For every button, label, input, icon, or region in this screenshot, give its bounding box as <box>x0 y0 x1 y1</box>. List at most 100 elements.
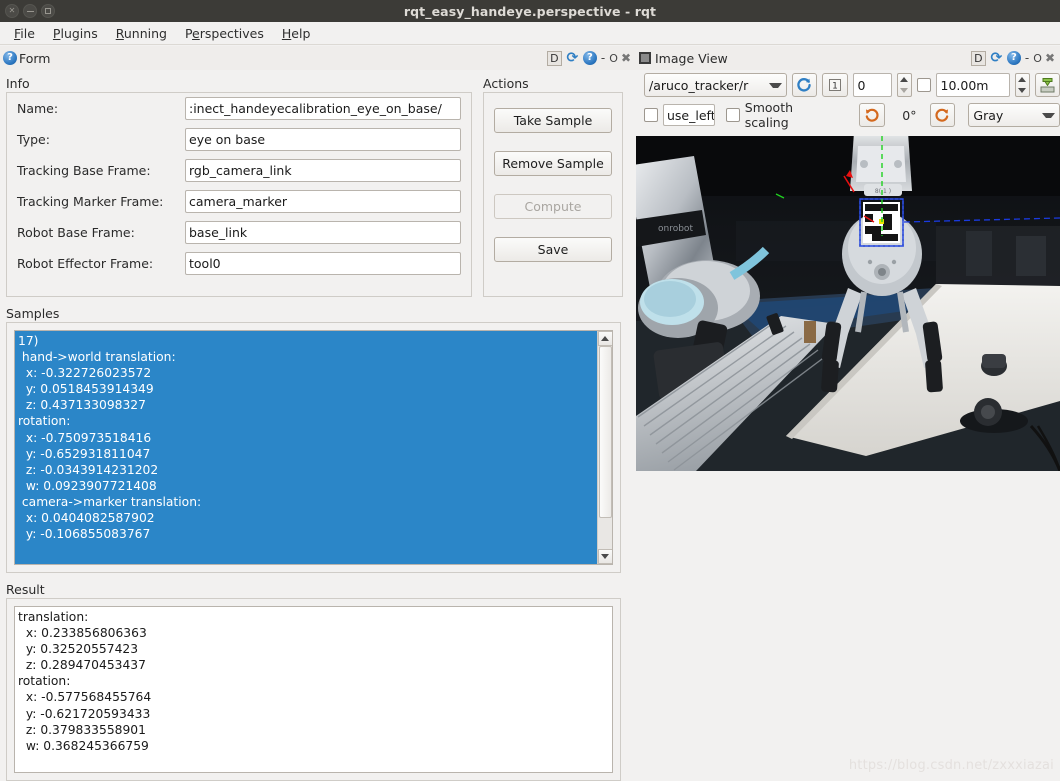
smooth-scaling-checkbox[interactable] <box>725 108 740 122</box>
label-name: Name: <box>17 101 59 116</box>
samples-scrollbar[interactable] <box>597 331 612 564</box>
imageview-dock-title: Image View <box>636 51 728 66</box>
result-textview[interactable]: translation: x: 0.233856806363 y: 0.3252… <box>14 606 613 773</box>
input-robot-effector-frame[interactable]: tool0 <box>185 252 461 275</box>
index-spinbox[interactable]: 0 <box>852 73 892 97</box>
image-view-canvas[interactable]: onrobot 8(1) <box>636 136 1060 471</box>
svg-text:8( 1 ): 8( 1 ) <box>875 188 891 195</box>
form-dock-help-icon[interactable]: ? <box>582 51 597 65</box>
one-icon: 1 <box>828 79 841 92</box>
samples-scroll-down-button[interactable] <box>597 549 612 564</box>
topic-combo[interactable]: /aruco_tracker/r <box>644 73 787 97</box>
mouse-publish-checkbox[interactable] <box>644 108 658 122</box>
refresh-topics-button[interactable] <box>791 73 818 97</box>
max-range-spinbox-buttons[interactable] <box>1014 73 1030 97</box>
samples-scroll-track[interactable] <box>597 346 612 549</box>
watermark: https://blog.csdn.net/zxxxiazai <box>848 758 1054 773</box>
samples-textview[interactable]: 17) hand->world translation: x: -0.32272… <box>14 330 613 565</box>
take-sample-button[interactable]: Take Sample <box>494 108 612 133</box>
image-view-toolbar-row-2: use_left Smooth scaling 0° Gray <box>636 100 1060 130</box>
result-group-label: Result <box>6 582 45 597</box>
label-tracking-base-frame: Tracking Base Frame: <box>17 163 151 178</box>
colormap-combo[interactable]: Gray <box>968 103 1060 127</box>
rqt-main-window: ✕ rqt_easy_handeye.perspective - rqt Fil… <box>0 0 1060 781</box>
info-group-box: Name: :inect_handeyecalibration_eye_on_b… <box>6 92 472 297</box>
samples-group-label: Samples <box>6 306 60 321</box>
chevron-down-icon <box>768 82 782 88</box>
form-dock-titlebar: ? Form D ⟳ ? - O ✖ <box>0 46 636 70</box>
window-titlebar: ✕ rqt_easy_handeye.perspective - rqt <box>0 0 1060 22</box>
index-spinbox-buttons[interactable] <box>896 73 912 97</box>
svg-text:1: 1 <box>832 82 838 92</box>
max-range-checkbox[interactable] <box>916 78 931 92</box>
input-tracking-marker-frame[interactable]: camera_marker <box>185 190 461 213</box>
menu-help-rest: elp <box>291 25 311 41</box>
window-close-button[interactable]: ✕ <box>5 4 19 18</box>
compute-wrap: Compute <box>484 176 622 219</box>
save-button[interactable]: Save <box>494 237 612 262</box>
input-name[interactable]: :inect_handeyecalibration_eye_on_base/ <box>185 97 461 120</box>
samples-scroll-thumb[interactable] <box>598 346 612 518</box>
actions-group-label: Actions <box>483 76 529 91</box>
image-index-button[interactable]: 1 <box>822 73 848 97</box>
info-group-label: Info <box>6 76 30 91</box>
rotate-right-icon <box>935 108 949 122</box>
menu-item-running[interactable]: Running <box>108 24 175 43</box>
chevron-up-icon[interactable] <box>1018 77 1027 82</box>
input-tracking-base-frame[interactable]: rgb_camera_link <box>185 159 461 182</box>
label-type: Type: <box>17 132 50 147</box>
question-mark-icon: ? <box>3 51 17 65</box>
menu-running-rest: unning <box>123 25 167 41</box>
form-dock-label: Form <box>19 50 51 66</box>
imageview-dock-float-button[interactable]: D <box>970 50 986 66</box>
window-minimize-button[interactable] <box>23 4 37 18</box>
maximize-icon <box>45 8 51 14</box>
imageview-dock-minimize-button[interactable]: - <box>1024 51 1030 65</box>
rotate-right-button[interactable] <box>929 103 956 127</box>
close-icon: ✕ <box>8 6 16 15</box>
form-dock-reload-icon[interactable]: ⟳ <box>565 51 580 66</box>
rotate-left-button[interactable] <box>859 103 886 127</box>
actions-group-box: Take Sample Remove Sample Compute Save <box>483 92 623 297</box>
window-maximize-button[interactable] <box>41 4 55 18</box>
input-type[interactable]: eye on base <box>185 128 461 151</box>
form-dock-float-button[interactable]: D <box>546 50 562 66</box>
menu-item-perspectives[interactable]: Perspectives <box>177 24 272 43</box>
menu-item-plugins[interactable]: Plugins <box>45 24 106 43</box>
menu-item-help[interactable]: Help <box>274 24 319 43</box>
compute-button[interactable]: Compute <box>494 194 612 219</box>
form-dock-close-button[interactable]: ✖ <box>621 51 631 65</box>
label-robot-base-frame: Robot Base Frame: <box>17 225 135 240</box>
window-buttons: ✕ <box>5 4 55 18</box>
chevron-up-icon[interactable] <box>900 77 909 82</box>
imageview-dock-restore-button[interactable]: O <box>1033 52 1042 65</box>
save-image-button[interactable] <box>1034 73 1060 97</box>
menubar: File Plugins Running Perspectives Help <box>0 22 1060 45</box>
square-icon <box>639 52 651 64</box>
samples-scroll-up-button[interactable] <box>597 331 612 346</box>
input-robot-base-frame[interactable]: base_link <box>185 221 461 244</box>
mouse-topic-input[interactable]: use_left <box>663 104 715 126</box>
chevron-down-icon[interactable] <box>900 88 909 93</box>
remove-sample-wrap: Remove Sample <box>484 133 622 176</box>
refresh-icon <box>797 78 812 92</box>
menu-item-file[interactable]: File <box>6 24 43 43</box>
form-dock-minimize-button[interactable]: - <box>600 51 606 65</box>
remove-sample-button[interactable]: Remove Sample <box>494 151 612 176</box>
chevron-down-icon <box>1042 112 1055 118</box>
save-wrap: Save <box>484 219 622 262</box>
imageview-dock-help-icon[interactable]: ? <box>1006 51 1021 65</box>
imageview-dock-reload-icon[interactable]: ⟳ <box>989 51 1004 66</box>
chevron-down-icon <box>601 554 609 559</box>
max-range-spinbox[interactable]: 10.00m <box>935 73 1010 97</box>
samples-text[interactable]: 17) hand->world translation: x: -0.32272… <box>15 331 597 564</box>
rotation-value-label: 0° <box>902 107 917 123</box>
chevron-down-icon[interactable] <box>1018 88 1027 93</box>
form-dock-restore-button[interactable]: O <box>609 52 618 65</box>
topic-combo-value: /aruco_tracker/r <box>649 77 749 93</box>
menu-perspectives-rest: rspectives <box>199 25 264 41</box>
imageview-dock-close-button[interactable]: ✖ <box>1045 51 1055 65</box>
save-image-icon <box>1040 77 1055 92</box>
result-text[interactable]: translation: x: 0.233856806363 y: 0.3252… <box>15 607 612 772</box>
svg-text:onrobot: onrobot <box>658 224 693 234</box>
